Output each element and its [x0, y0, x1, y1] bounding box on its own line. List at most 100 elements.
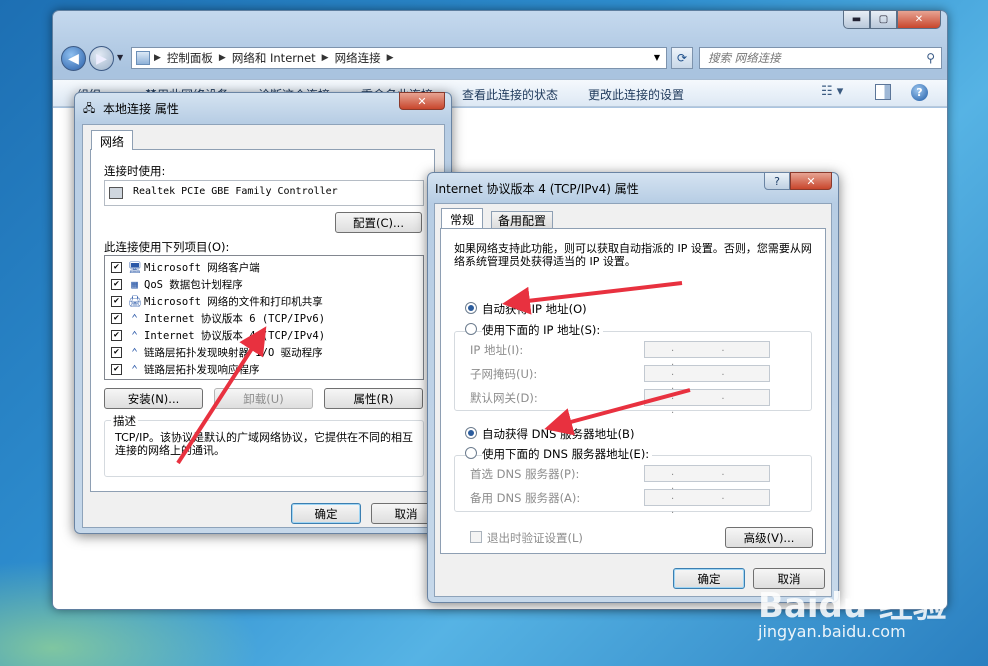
- watermark-url: jingyan.baidu.com: [758, 622, 906, 641]
- items-label: 此连接使用下列项目(O):: [104, 240, 230, 254]
- tab-general[interactable]: 常规: [441, 208, 484, 228]
- manual-dns-radio[interactable]: [465, 447, 477, 459]
- configure-button[interactable]: 配置(C)...: [335, 212, 422, 233]
- ok-button[interactable]: 确定: [673, 568, 745, 589]
- list-item[interactable]: ✔ ⌃ 链路层拓扑发现映射器 I/O 驱动程序: [111, 344, 323, 361]
- breadcrumb-arrow-icon[interactable]: ▶: [387, 53, 394, 63]
- ip-address-field: . . .: [644, 341, 770, 368]
- auto-ip-label[interactable]: 自动获得 IP 地址(O): [482, 301, 587, 317]
- preferred-dns-field: . . .: [644, 465, 770, 492]
- maximize-button[interactable]: ▢: [870, 10, 897, 29]
- search-input[interactable]: [700, 48, 910, 68]
- breadcrumb-network-internet[interactable]: 网络和 Internet: [226, 50, 322, 66]
- ip-address-label: IP 地址(I):: [470, 343, 524, 357]
- list-item[interactable]: ✔ ▦ QoS 数据包计划程序: [111, 276, 243, 293]
- list-item[interactable]: ✔ 🖥 Microsoft 网络客户端: [111, 259, 260, 276]
- file-share-icon: 🖨: [128, 295, 142, 308]
- network-tab-panel: 连接时使用: Realtek PCIe GBE Family Controlle…: [90, 149, 435, 492]
- tab-network[interactable]: 网络: [91, 130, 134, 150]
- item-label: 链路层拓扑发现响应程序: [144, 364, 260, 376]
- dialog-body: 常规 备用配置 如果网络支持此功能，则可以获取自动指派的 IP 设置。否则，您需…: [434, 203, 832, 597]
- item-label: Internet 协议版本 6 (TCP/IPv6): [144, 313, 326, 325]
- protocol-icon: ⌃: [131, 363, 138, 376]
- ipv4-properties-dialog[interactable]: Internet 协议版本 4 (TCP/IPv4) 属性 ? ✕ 常规 备用配…: [427, 172, 839, 603]
- ok-button[interactable]: 确定: [291, 503, 361, 524]
- item-checkbox[interactable]: ✔: [111, 364, 122, 375]
- close-button[interactable]: ✕: [790, 172, 832, 190]
- search-box[interactable]: ⚲: [699, 47, 942, 69]
- description-label: 描述: [111, 413, 138, 429]
- item-checkbox[interactable]: ✔: [111, 347, 122, 358]
- address-dropdown-icon[interactable]: ▼: [654, 53, 660, 62]
- item-checkbox[interactable]: ✔: [111, 330, 122, 341]
- tab-alternate-configuration[interactable]: 备用配置: [491, 211, 554, 228]
- advanced-button[interactable]: 高级(V)...: [725, 527, 813, 548]
- breadcrumb-arrow-icon[interactable]: ▶: [154, 53, 161, 63]
- minimize-button[interactable]: ▬: [843, 10, 870, 29]
- dialog-title: Internet 协议版本 4 (TCP/IPv4) 属性: [435, 182, 639, 196]
- install-button[interactable]: 安装(N)...: [104, 388, 203, 409]
- recent-pages-chevron-icon[interactable]: ▼: [117, 53, 123, 62]
- refresh-icon[interactable]: ⟳: [671, 47, 693, 69]
- forward-button[interactable]: ▶: [89, 46, 114, 71]
- adapter-name: Realtek PCIe GBE Family Controller: [133, 186, 338, 197]
- connect-using-label: 连接时使用:: [104, 164, 166, 178]
- subnet-mask-label: 子网掩码(U):: [470, 367, 538, 381]
- description-group: 描述 TCP/IP。该协议是默认的广域网络协议，它提供在不同的相互连接的网络上的…: [104, 413, 424, 477]
- dialog-caption-buttons: ✕: [399, 92, 445, 110]
- auto-dns-label[interactable]: 自动获得 DNS 服务器地址(B): [482, 426, 634, 442]
- list-item[interactable]: ✔ ⌃ Internet 协议版本 6 (TCP/IPv6): [111, 310, 325, 327]
- qos-icon: ▦: [131, 278, 138, 291]
- watermark-brand: Baidu 经验: [758, 586, 947, 626]
- list-item[interactable]: ✔ ⌃ 链路层拓扑发现响应程序: [111, 361, 260, 378]
- help-question-button[interactable]: ?: [764, 172, 790, 190]
- search-icon[interactable]: ⚲: [926, 51, 935, 65]
- item-checkbox[interactable]: ✔: [111, 279, 122, 290]
- components-list[interactable]: ✔ 🖥 Microsoft 网络客户端 ✔ ▦ QoS 数据包计划程序 ✔ 🖨 Microsof…: [104, 255, 424, 380]
- view-status-button[interactable]: 查看此连接的状态: [462, 86, 558, 103]
- auto-ip-radio[interactable]: [465, 302, 477, 314]
- breadcrumb-network-connections[interactable]: 网络连接: [329, 50, 387, 66]
- item-label: 链路层拓扑发现映射器 I/O 驱动程序: [144, 347, 323, 359]
- list-item[interactable]: ✔ ⌃ Internet 协议版本 4 (TCP/IPv4): [111, 327, 325, 344]
- default-gateway-label: 默认网关(D):: [470, 391, 538, 405]
- properties-button[interactable]: 属性(R): [324, 388, 423, 409]
- help-icon[interactable]: ?: [911, 84, 928, 101]
- item-checkbox[interactable]: ✔: [111, 262, 122, 273]
- manual-dns-label[interactable]: 使用下面的 DNS 服务器地址(E):: [482, 446, 653, 462]
- manual-ip-label[interactable]: 使用下面的 IP 地址(S):: [482, 322, 604, 338]
- alternate-dns-field: . . .: [644, 489, 770, 516]
- local-connection-properties-dialog[interactable]: 🖧 本地连接 属性 ✕ 网络 连接时使用: Realtek PCIe GBE F…: [74, 92, 452, 534]
- preview-pane-icon[interactable]: [875, 84, 891, 100]
- address-bar[interactable]: ▶ 控制面板 ▶ 网络和 Internet ▶ 网络连接 ▶ ▼: [131, 47, 667, 69]
- description-text: TCP/IP。该协议是默认的广域网络协议，它提供在不同的相互连接的网络上的通讯。: [115, 431, 413, 457]
- general-tab-panel: 如果网络支持此功能，则可以获取自动指派的 IP 设置。否则，您需要从网络系统管理…: [440, 228, 826, 554]
- breadcrumb-arrow-icon[interactable]: ▶: [322, 53, 329, 63]
- adapter-card-icon: [109, 187, 123, 199]
- protocol-icon: ⌃: [131, 346, 138, 359]
- adapter-box: Realtek PCIe GBE Family Controller: [104, 180, 424, 206]
- network-adapter-icon: 🖧: [83, 102, 96, 115]
- back-button[interactable]: ◀: [61, 46, 86, 71]
- item-checkbox[interactable]: ✔: [111, 313, 122, 324]
- view-options-icon[interactable]: ☷ ▾: [821, 84, 843, 99]
- alternate-dns-label: 备用 DNS 服务器(A):: [470, 491, 581, 505]
- window-caption-buttons: ▬ ▢ ✕: [843, 10, 941, 29]
- item-checkbox[interactable]: ✔: [111, 296, 122, 307]
- list-item[interactable]: ✔ 🖨 Microsoft 网络的文件和打印机共享: [111, 293, 323, 310]
- close-button[interactable]: ✕: [897, 10, 941, 29]
- close-button[interactable]: ✕: [399, 92, 445, 110]
- control-panel-icon: [136, 51, 150, 65]
- breadcrumb-control-panel[interactable]: 控制面板: [161, 50, 219, 66]
- item-label: QoS 数据包计划程序: [144, 279, 243, 291]
- protocol-icon: ⌃: [131, 312, 138, 325]
- dialog-body: 网络 连接时使用: Realtek PCIe GBE Family Contro…: [82, 124, 445, 528]
- subnet-mask-field: . . .: [644, 365, 770, 392]
- uninstall-button: 卸载(U): [214, 388, 313, 409]
- dialog-caption-buttons: ? ✕: [764, 172, 832, 190]
- auto-dns-radio[interactable]: [465, 427, 477, 439]
- breadcrumb-arrow-icon[interactable]: ▶: [219, 53, 226, 63]
- default-gateway-field: . . .: [644, 389, 770, 416]
- manual-ip-radio[interactable]: [465, 323, 477, 335]
- change-settings-button[interactable]: 更改此连接的设置: [588, 86, 684, 103]
